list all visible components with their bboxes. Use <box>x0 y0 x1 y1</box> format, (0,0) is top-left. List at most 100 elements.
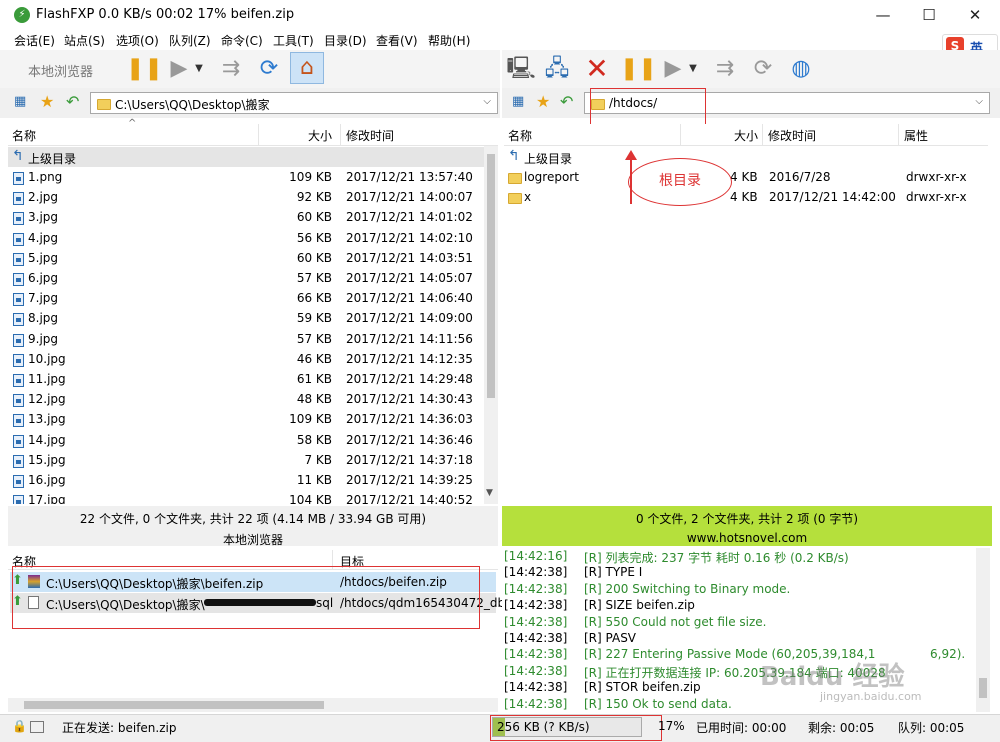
remote-parent-row[interactable]: ↰ 上级目录 <box>504 147 988 167</box>
local-file-size: 109 KB <box>289 412 332 427</box>
local-file-name: 1.png <box>28 170 63 184</box>
flashfxp-app-icon: ⚡ <box>14 7 30 23</box>
menu-view[interactable]: 查看(V) <box>376 32 418 49</box>
local-scroll-thumb[interactable] <box>487 154 495 398</box>
local-file-row[interactable]: 8.jpg 59 KB 2017/12/21 14:09:00 <box>8 308 486 328</box>
local-col-name[interactable]: 名称 <box>12 127 36 144</box>
local-file-size: 59 KB <box>296 311 332 326</box>
remote-play-dropdown-icon[interactable]: ▼ <box>686 54 700 84</box>
log-line: [14:42:38] [R] 227 Entering Passive Mode … <box>504 646 984 662</box>
remote-col-size[interactable]: 大小 <box>734 127 758 144</box>
computer-icon[interactable]: ▦ <box>14 94 26 109</box>
connect-icon[interactable]: 🖳 <box>506 54 536 84</box>
minimize-button[interactable]: — <box>860 0 906 30</box>
remote-col-name[interactable]: 名称 <box>508 127 532 144</box>
remote-chevron-down-icon[interactable]: ⌵ <box>975 96 983 107</box>
log-scroll-thumb[interactable] <box>979 678 987 698</box>
log-text-tail: 6,92). <box>930 647 966 662</box>
log-text: [R] SIZE beifen.zip <box>584 598 695 613</box>
log-line: [14:42:38] [R] 200 Switching to Binary mo… <box>504 581 984 597</box>
local-file-row[interactable]: 1.png 109 KB 2017/12/21 13:57:40 <box>8 167 486 187</box>
remote-col-attr[interactable]: 属性 <box>904 127 928 144</box>
menu-sites[interactable]: 站点(S) <box>64 32 105 49</box>
local-file-row[interactable]: 7.jpg 66 KB 2017/12/21 14:06:40 <box>8 288 486 308</box>
local-file-name: 5.jpg <box>28 250 59 265</box>
menu-tools[interactable]: 工具(T) <box>273 32 314 49</box>
local-file-row[interactable]: 15.jpg 7 KB 2017/12/21 14:37:18 <box>8 450 486 470</box>
remote-computer-icon[interactable]: ▦ <box>512 94 524 109</box>
menu-queue[interactable]: 队列(Z) <box>169 32 211 49</box>
remote-pause-icon[interactable]: ❚❚ <box>620 54 657 84</box>
local-file-row[interactable]: 2.jpg 92 KB 2017/12/21 14:00:07 <box>8 187 486 207</box>
menu-help[interactable]: 帮助(H) <box>428 32 470 49</box>
remote-address-row: ▦ ★ ↶ /htdocs/ ⌵ <box>502 88 1000 118</box>
globe-icon[interactable]: ◍ <box>786 54 816 84</box>
local-status-text: 22 个文件, 0 个文件夹, 共计 22 项 (4.14 MB / 33.94… <box>79 512 427 526</box>
local-file-date: 2017/12/21 14:36:03 <box>346 412 473 427</box>
local-parent-row[interactable]: ↰ 上级目录 <box>8 147 486 167</box>
remote-scroll-area <box>988 146 1000 504</box>
remote-column-header: 名称 大小 修改时间 属性 <box>504 124 988 146</box>
parent-dir-icon: ↰ <box>12 148 24 164</box>
queue-hscrollbar[interactable] <box>8 698 498 712</box>
disconnect-icon[interactable]: 🖧 <box>542 54 572 84</box>
local-col-size[interactable]: 大小 <box>308 127 332 144</box>
queue-hscroll-thumb[interactable] <box>24 701 324 709</box>
refresh-icon[interactable]: ⟳ <box>254 54 284 84</box>
play-icon[interactable]: ▶ <box>164 54 194 84</box>
remote-col-modified[interactable]: 修改时间 <box>768 127 816 144</box>
remote-file-list[interactable]: ↰ 上级目录 logreport 4 KB 2016/7/28 drwxr-xr… <box>504 146 988 504</box>
close-button[interactable]: ✕ <box>952 0 998 30</box>
local-file-row[interactable]: 4.jpg 56 KB 2017/12/21 14:02:10 <box>8 228 486 248</box>
up-folder-icon[interactable]: ↶ <box>66 92 79 111</box>
chevron-down-icon[interactable]: ⌵ <box>483 96 491 107</box>
transfer-status-bar: 🔒 正在发送: beifen.zip 256 KB (? KB/s) 17% 已… <box>0 714 1000 742</box>
local-file-row[interactable]: 12.jpg 48 KB 2017/12/21 14:30:43 <box>8 389 486 409</box>
play-dropdown-icon[interactable]: ▼ <box>192 54 206 84</box>
local-file-row[interactable]: 17.jpg 104 KB 2017/12/21 14:40:52 <box>8 490 486 504</box>
menu-options[interactable]: 选项(O) <box>116 32 159 49</box>
log-scrollbar[interactable] <box>976 548 990 712</box>
local-status-bar: 22 个文件, 0 个文件夹, 共计 22 项 (4.14 MB / 33.94… <box>8 506 498 547</box>
local-file-row[interactable]: 16.jpg 11 KB 2017/12/21 14:39:25 <box>8 470 486 490</box>
home-icon[interactable]: ⌂ <box>290 52 324 84</box>
local-col-modified[interactable]: 修改时间 <box>346 127 394 144</box>
log-line: [14:42:38] [R] TYPE I <box>504 564 984 580</box>
local-path-combobox[interactable]: C:\Users\QQ\Desktop\搬家 ⌵ <box>90 92 498 114</box>
log-line: [14:42:38] [R] 正在打开数据连接 IP: 60.205.39.184… <box>504 663 984 680</box>
remote-row[interactable]: x 4 KB 2017/12/21 14:42:00 drwxr-xr-x <box>504 187 988 207</box>
menu-directory[interactable]: 目录(D) <box>324 32 367 49</box>
local-file-row[interactable]: 5.jpg 60 KB 2017/12/21 14:03:51 <box>8 248 486 268</box>
remote-play-icon[interactable]: ▶ <box>658 54 688 84</box>
local-file-row[interactable]: 9.jpg 57 KB 2017/12/21 14:11:56 <box>8 329 486 349</box>
maximize-button[interactable]: ☐ <box>906 0 952 30</box>
menu-commands[interactable]: 命令(C) <box>221 32 263 49</box>
pause-icon[interactable]: ❚❚ <box>126 54 163 84</box>
menu-session[interactable]: 会话(E) <box>14 32 55 49</box>
favorite-star-icon[interactable]: ★ <box>40 92 54 111</box>
log-line: [14:42:38] [R] PASV <box>504 630 984 646</box>
local-file-row[interactable]: 3.jpg 60 KB 2017/12/21 14:01:02 <box>8 207 486 227</box>
local-scrollbar[interactable]: ▼ <box>484 146 498 504</box>
log-panel[interactable]: [14:42:16] [R] 列表完成: 237 字节 耗时 0.16 秒 (0.… <box>502 548 988 712</box>
remote-row[interactable]: logreport 4 KB 2016/7/28 drwxr-xr-x <box>504 167 988 187</box>
local-file-list[interactable]: ↰ 上级目录 1.png 109 KB 2017/12/21 13:57:40 2.j… <box>8 146 486 504</box>
local-file-size: 61 KB <box>296 372 332 386</box>
transfer-icon[interactable]: ⇉ <box>216 54 246 84</box>
abort-icon[interactable]: ✕ <box>582 54 612 84</box>
log-window-icon <box>30 721 44 733</box>
local-file-row[interactable]: 10.jpg 46 KB 2017/12/21 14:12:35 <box>8 349 486 369</box>
remote-up-folder-icon[interactable]: ↶ <box>560 92 573 111</box>
remote-favorite-star-icon[interactable]: ★ <box>536 92 550 111</box>
local-file-row[interactable]: 6.jpg 57 KB 2017/12/21 14:05:07 <box>8 268 486 288</box>
local-file-row[interactable]: 13.jpg 109 KB 2017/12/21 14:36:03 <box>8 409 486 429</box>
local-file-size: 60 KB <box>296 210 332 225</box>
remote-parent-dir-icon: ↰ <box>508 148 520 164</box>
local-file-row[interactable]: 14.jpg 58 KB 2017/12/21 14:36:46 <box>8 430 486 450</box>
local-file-name: 7.jpg <box>28 291 59 306</box>
remote-refresh-icon[interactable]: ⟳ <box>748 54 778 84</box>
local-file-row[interactable]: 11.jpg 61 KB 2017/12/21 14:29:48 <box>8 369 486 389</box>
scroll-down-icon[interactable]: ▼ <box>486 488 493 498</box>
remote-transfer-icon[interactable]: ⇉ <box>710 54 740 84</box>
local-file-date: 2017/12/21 14:05:07 <box>346 271 473 285</box>
